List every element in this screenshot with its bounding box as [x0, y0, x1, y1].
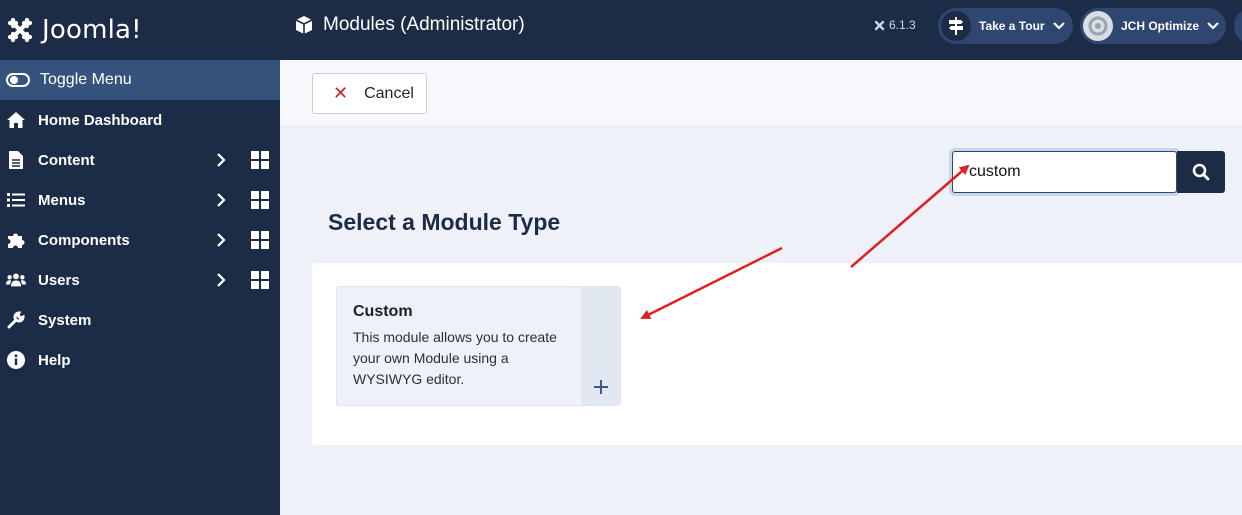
sidebar-item-label: System	[38, 311, 92, 329]
brand-name: Joomla!	[42, 15, 142, 45]
toggle-icon	[6, 73, 30, 87]
take-a-tour-label: Take a Tour	[979, 19, 1045, 33]
take-a-tour-button[interactable]: Take a Tour	[938, 8, 1073, 44]
module-card-body[interactable]: Custom This module allows you to create …	[337, 287, 581, 405]
module-card-custom[interactable]: Custom This module allows you to create …	[336, 286, 621, 406]
sidebar-item-system[interactable]: System	[0, 300, 280, 340]
joomla-small-icon	[874, 20, 885, 30]
cancel-button[interactable]: ✕ Cancel	[312, 73, 427, 114]
toggle-menu-button[interactable]: Toggle Menu	[0, 60, 280, 100]
cube-icon	[295, 16, 313, 34]
add-module-button[interactable]	[581, 287, 620, 405]
page-title: Modules (Administrator)	[294, 14, 525, 36]
dashboard-grid-icon[interactable]	[251, 151, 269, 169]
chevron-right-icon[interactable]	[216, 272, 226, 288]
dashboard-grid-icon[interactable]	[251, 271, 269, 289]
sidebar: Joomla! Toggle Menu Home Dashboard Conte…	[0, 0, 280, 515]
plus-icon	[593, 380, 608, 394]
annotation-arrow-to-search	[850, 164, 970, 268]
sidebar-item-label: Components	[38, 231, 130, 249]
users-icon	[6, 270, 26, 290]
jch-optimize-label: JCH Optimize	[1121, 19, 1200, 33]
cancel-label: Cancel	[364, 84, 414, 102]
sidebar-item-users[interactable]: Users	[0, 260, 280, 300]
module-description: This module allows you to create your ow…	[353, 329, 557, 387]
page-title-text: Modules (Administrator)	[323, 14, 525, 35]
chevron-down-icon	[1052, 22, 1065, 30]
wrench-icon	[6, 310, 26, 330]
section-title: Select a Module Type	[328, 209, 561, 235]
sidebar-item-content[interactable]: Content	[0, 140, 280, 180]
puzzle-icon	[6, 230, 26, 250]
sidebar-item-home-dashboard[interactable]: Home Dashboard	[0, 100, 280, 140]
sidebar-item-help[interactable]: Help	[0, 340, 280, 380]
version-text: 6.1.3	[889, 18, 916, 32]
sidebar-item-label: Content	[38, 151, 95, 169]
joomla-logo-icon	[7, 17, 33, 43]
user-menu-button[interactable]	[1234, 8, 1242, 44]
dashboard-grid-icon[interactable]	[251, 191, 269, 209]
info-icon	[6, 350, 26, 370]
sidebar-item-label: Users	[38, 271, 80, 289]
chevron-right-icon[interactable]	[216, 152, 226, 168]
jch-optimize-icon	[1083, 11, 1113, 41]
close-icon: ✕	[333, 83, 349, 103]
joomla-version[interactable]: 6.1.3	[874, 18, 916, 32]
search-button[interactable]	[1177, 151, 1225, 193]
search-input[interactable]	[952, 151, 1177, 193]
sidebar-item-menus[interactable]: Menus	[0, 180, 280, 220]
sidebar-item-label: Help	[38, 351, 71, 369]
toolbar: ✕ Cancel	[280, 60, 1242, 127]
sidebar-item-components[interactable]: Components	[0, 220, 280, 260]
jch-optimize-button[interactable]: JCH Optimize	[1080, 8, 1226, 44]
chevron-down-icon	[1207, 22, 1219, 30]
sidebar-item-label: Menus	[38, 191, 86, 209]
home-icon	[6, 110, 26, 130]
search-icon	[1192, 163, 1210, 181]
joomla-logo[interactable]: Joomla!	[0, 0, 280, 60]
sidebar-item-label: Home Dashboard	[38, 111, 163, 129]
toggle-menu-label: Toggle Menu	[40, 71, 132, 88]
file-icon	[6, 150, 26, 170]
chevron-right-icon[interactable]	[216, 232, 226, 248]
signpost-icon	[941, 11, 971, 41]
top-header: Modules (Administrator) 6.1.3 Take a Tou…	[280, 0, 1242, 60]
list-icon	[6, 190, 26, 210]
chevron-right-icon[interactable]	[216, 192, 226, 208]
dashboard-grid-icon[interactable]	[251, 231, 269, 249]
module-title: Custom	[353, 303, 413, 320]
